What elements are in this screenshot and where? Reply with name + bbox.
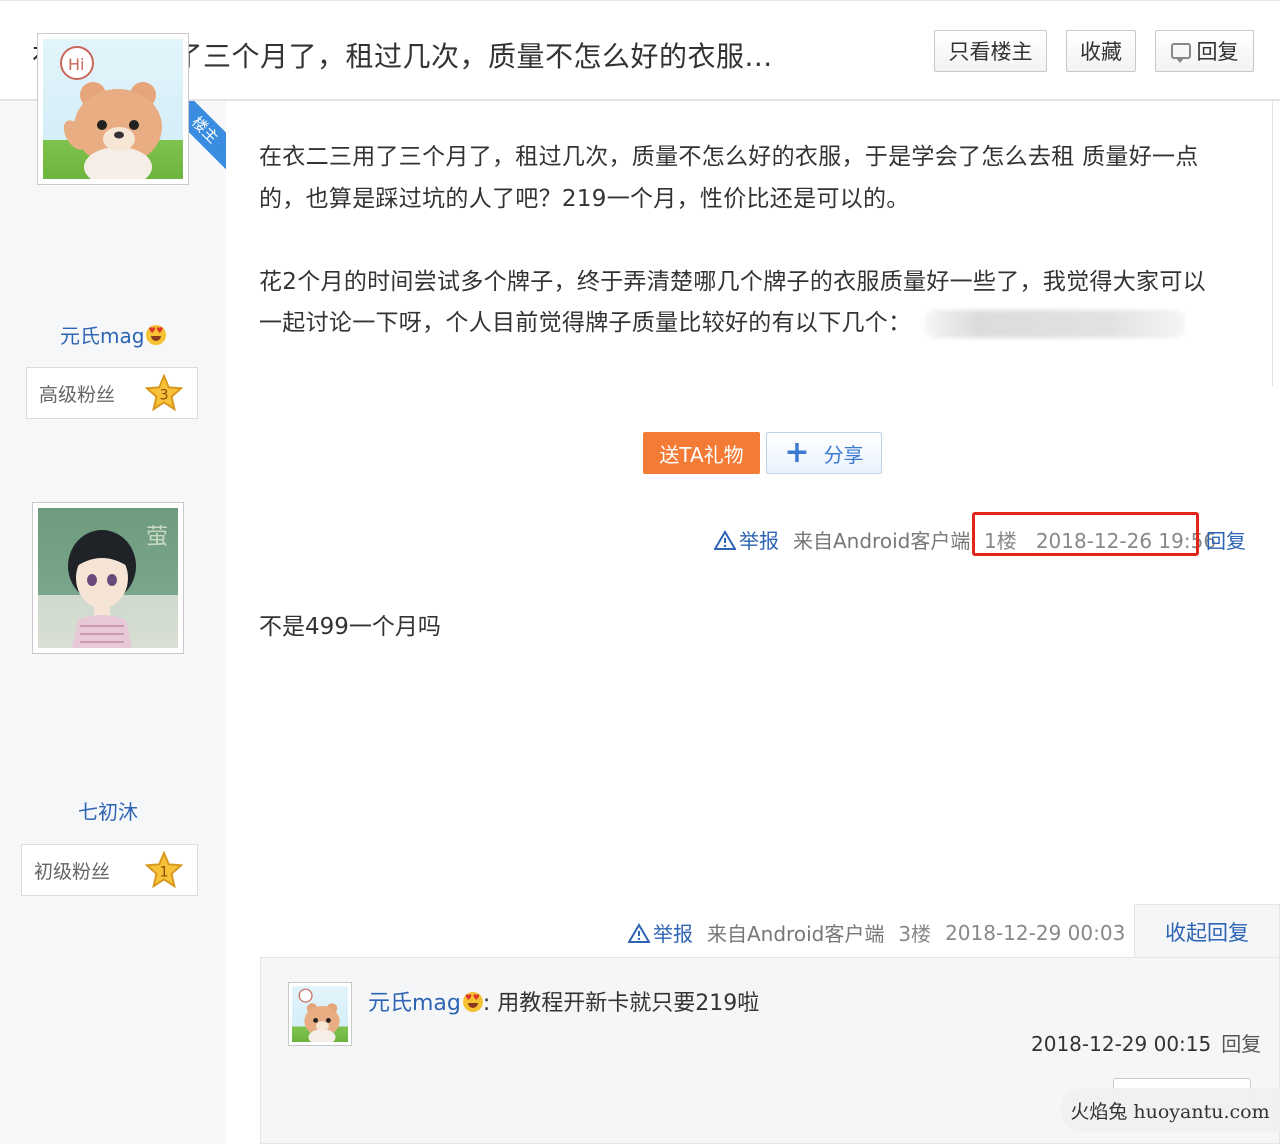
highlight-annotation bbox=[972, 512, 1199, 556]
fan-level-number: 1 bbox=[159, 865, 168, 881]
thread-header: 在衣二三用了三个月了，租过几次，质量不怎么好的衣服... 只看楼主 收藏 回复 bbox=[0, 0, 1280, 101]
bear-icon: Hi bbox=[60, 46, 162, 179]
report-label: 举报 bbox=[653, 922, 693, 946]
post-meta: 举报 来自Android客户端 bbox=[714, 525, 970, 554]
anime-girl-icon: 萤 bbox=[68, 525, 168, 648]
subreply-reply-link[interactable]: 回复 bbox=[1221, 1032, 1261, 1056]
avatar[interactable]: 萤 bbox=[32, 502, 184, 654]
reply-button[interactable]: 回复 bbox=[1155, 30, 1254, 72]
only-op-button[interactable]: 只看楼主 bbox=[934, 30, 1047, 72]
divider bbox=[1272, 101, 1273, 386]
share-label: 分享 bbox=[823, 442, 864, 467]
blurred-redaction bbox=[925, 310, 1185, 338]
star-level-icon: 3 bbox=[145, 374, 183, 412]
subreply-avatar[interactable] bbox=[288, 982, 352, 1046]
anime-girl-avatar-image: 萤 bbox=[38, 508, 178, 648]
heart-eyes-emoji-icon bbox=[462, 992, 483, 1012]
post-content-line: 不是499一个月吗 bbox=[259, 614, 441, 640]
report-label: 举报 bbox=[739, 529, 779, 553]
plus-icon: + bbox=[784, 435, 810, 470]
client-source: 来自Android客户端 bbox=[707, 922, 885, 946]
post-time: 2018-12-29 00:03 bbox=[945, 920, 1126, 945]
post-meta: 举报 来自Android客户端 3楼 2018-12-29 00:03 bbox=[628, 918, 1125, 947]
favorite-button[interactable]: 收藏 bbox=[1066, 30, 1136, 72]
fan-level-badge[interactable]: 初级粉丝 1 bbox=[21, 844, 198, 896]
collapse-replies-button[interactable]: 收起回复 bbox=[1134, 904, 1280, 958]
floor-number: 3楼 bbox=[898, 922, 932, 946]
star-level-icon: 1 bbox=[145, 851, 183, 889]
subreply-text: : 用教程开新卡就只要219啦 bbox=[482, 991, 760, 1016]
share-button[interactable]: + 分享 bbox=[766, 432, 882, 474]
warning-icon bbox=[628, 922, 650, 943]
heart-eyes-emoji-icon bbox=[146, 325, 167, 345]
post-content-line: 的，也算是踩过坑的人了吧？219一个月，性价比还是可以的。 bbox=[259, 186, 910, 212]
report-link[interactable]: 举报 bbox=[714, 525, 779, 554]
bear-avatar-image: Hi bbox=[43, 39, 183, 179]
fan-level-label: 初级粉丝 bbox=[34, 860, 111, 883]
author-name-text: 元氏mag bbox=[60, 324, 145, 348]
post-content-line: 一起讨论一下呀，个人目前觉得牌子质量比较好的有以下几个： bbox=[259, 310, 912, 336]
post-content-line: 在衣二三用了三个月了，租过几次，质量不怎么好的衣服，于是学会了怎么去租 质量好一… bbox=[259, 144, 1199, 170]
bear-icon bbox=[298, 988, 340, 1042]
client-source: 来自Android客户端 bbox=[793, 529, 971, 553]
author-name[interactable]: 七初沐 bbox=[78, 796, 138, 825]
send-gift-button[interactable]: 送TA礼物 bbox=[643, 432, 760, 474]
fan-level-number: 3 bbox=[159, 388, 168, 404]
subreply-time: 2018-12-29 00:15 bbox=[1031, 1032, 1212, 1056]
avatar[interactable]: Hi bbox=[37, 33, 189, 185]
warning-icon bbox=[714, 529, 736, 550]
post-content-line: 花2个月的时间尝试多个牌子，终于弄清楚哪几个牌子的衣服质量好一些了，我觉得大家可… bbox=[259, 269, 1206, 295]
subreply-meta: 2018-12-29 00:15 回复 bbox=[1031, 1028, 1261, 1057]
svg-text:萤: 萤 bbox=[146, 525, 168, 550]
report-link[interactable]: 举报 bbox=[628, 918, 693, 947]
subreply-author[interactable]: 元氏mag bbox=[368, 991, 461, 1016]
comment-icon bbox=[1170, 43, 1191, 63]
author-name[interactable]: 元氏mag bbox=[60, 320, 167, 349]
watermark: 火焰兔 huoyantu.com bbox=[1060, 1088, 1280, 1132]
svg-text:Hi: Hi bbox=[68, 55, 84, 74]
subreply-content: 元氏mag : 用教程开新卡就只要219啦 bbox=[368, 985, 759, 1017]
bear-avatar-image bbox=[292, 986, 348, 1042]
fan-level-badge[interactable]: 高级粉丝 3 bbox=[26, 367, 198, 419]
reply-button-label: 回复 bbox=[1196, 40, 1239, 64]
post-reply-link[interactable]: 回复 bbox=[1206, 525, 1246, 554]
fan-level-label: 高级粉丝 bbox=[39, 383, 116, 406]
